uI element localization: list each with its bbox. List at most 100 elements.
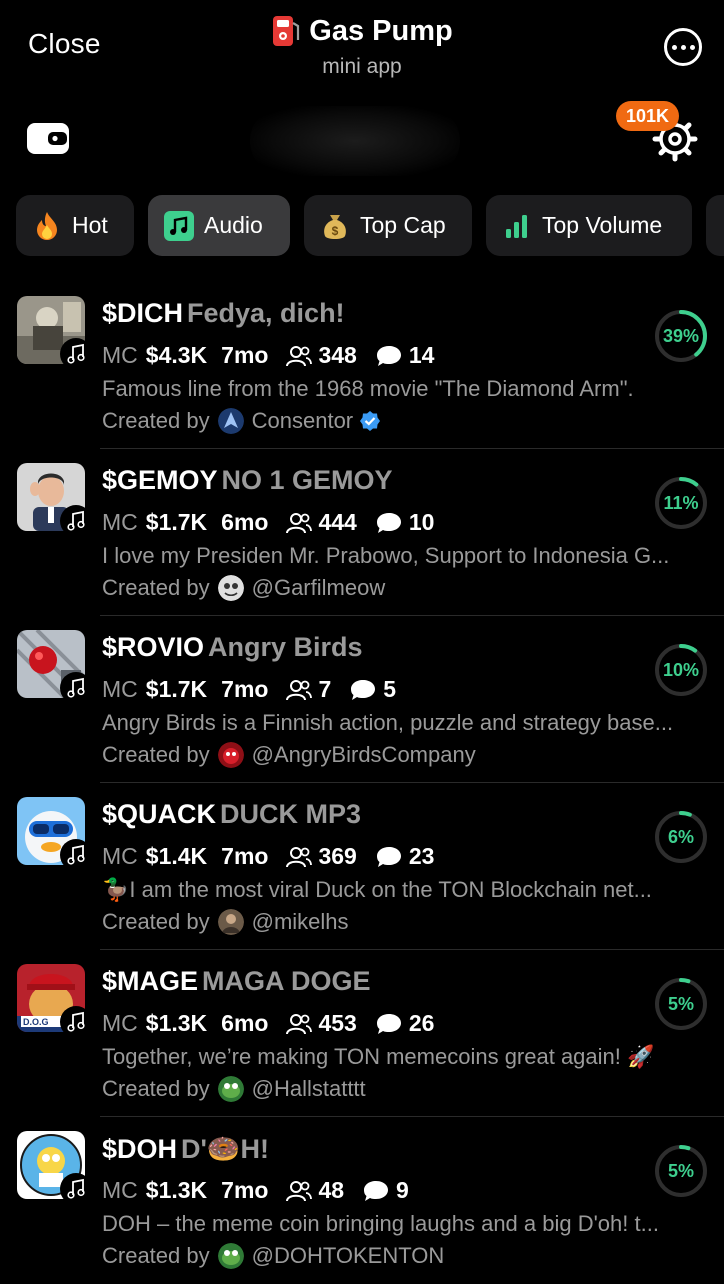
market-cap-value: $4.3K	[145, 342, 208, 368]
creator-row[interactable]: Created by @DOHTOKENTON	[102, 1243, 444, 1269]
token-description: DOH – the meme coin bringing laughs and …	[102, 1211, 659, 1236]
comments-count: 9	[396, 1177, 409, 1203]
created-by-label: Created by	[102, 575, 210, 600]
token-ticker: $DOH	[102, 1134, 178, 1164]
token-row[interactable]: D.O.G $MAGE MAGA DOGE MC $1.3K 6mo 453 26…	[0, 950, 724, 1117]
points-badge: 101K	[616, 101, 680, 131]
holders-count: 7	[318, 676, 332, 702]
music-note-icon	[60, 505, 92, 537]
token-age: 6mo	[221, 509, 269, 535]
token-description: 🦆I am the most viral Duck on the TON Blo…	[102, 877, 652, 902]
creator-name: @AngryBirdsCompany	[251, 742, 476, 767]
wallet-icon[interactable]	[26, 120, 70, 156]
comment-icon	[376, 345, 401, 366]
tab-more[interactable]	[706, 195, 724, 256]
market-cap-value: $1.4K	[145, 843, 208, 869]
creator-name: @DOHTOKENTON	[251, 1243, 445, 1268]
holders-icon	[286, 1180, 313, 1201]
music-note-icon	[60, 338, 92, 370]
title-block: Gas Pump mini app	[0, 14, 724, 79]
market-cap-value: $1.7K	[145, 509, 208, 535]
creator-row[interactable]: Created by @Hallstatttt	[102, 1076, 366, 1102]
token-row[interactable]: $GEMOY NO 1 GEMOY MC $1.7K 6mo 444 10 I l…	[0, 449, 724, 616]
created-by-label: Created by	[102, 1076, 210, 1101]
tab-label: Top Cap	[360, 212, 446, 238]
creator-name: @Garfilmeow	[251, 575, 386, 600]
market-cap-value: $1.7K	[145, 676, 208, 702]
creator-name: @Hallstatttt	[251, 1076, 366, 1101]
token-ticker: $ROVIO	[102, 632, 205, 662]
token-age: 6mo	[221, 1010, 269, 1036]
token-description: Together, we’re making TON memecoins gre…	[102, 1044, 655, 1069]
created-by-label: Created by	[102, 742, 210, 767]
fire-icon	[32, 211, 62, 241]
tab-top-cap[interactable]: $ Top Cap	[304, 195, 472, 256]
progress-ring: 11%	[655, 477, 707, 529]
creator-row[interactable]: Created by @Garfilmeow	[102, 575, 385, 601]
creator-avatar	[217, 1076, 244, 1102]
creator-avatar	[217, 575, 244, 601]
token-age: 7mo	[221, 342, 269, 368]
token-ticker: $MAGE	[102, 966, 199, 996]
creator-row[interactable]: Created by Consentor	[102, 408, 381, 434]
created-by-label: Created by	[102, 1243, 210, 1268]
token-name: MAGA DOGE	[202, 966, 371, 996]
progress-label: 5%	[668, 994, 694, 1014]
token-name: Angry Birds	[208, 632, 363, 662]
token-row[interactable]: $DOH D'🍩H! MC $1.3K 7mo 48 9 DOH – the me…	[0, 1117, 724, 1284]
more-options-icon[interactable]	[664, 28, 702, 66]
comment-icon	[376, 1013, 401, 1034]
progress-label: 11%	[663, 493, 698, 513]
comments-count: 10	[408, 509, 435, 535]
blurred-balance	[250, 106, 460, 176]
holders-count: 48	[318, 1177, 345, 1203]
holders-icon	[286, 679, 313, 700]
money-bag-icon: $	[320, 211, 350, 241]
creator-avatar	[217, 408, 244, 434]
header: Close Gas Pump mini app	[0, 0, 724, 95]
music-note-icon	[60, 672, 92, 704]
token-description: Famous line from the 1968 movie "The Dia…	[102, 376, 634, 401]
creator-name: Consentor	[251, 408, 354, 433]
comment-icon	[376, 512, 401, 533]
creator-row[interactable]: Created by @mikelhs	[102, 909, 349, 935]
svg-text:$: $	[332, 224, 339, 238]
comments-count: 5	[383, 676, 397, 702]
market-cap-value: $1.3K	[145, 1010, 208, 1036]
music-note-icon	[60, 1006, 92, 1038]
verified-badge-icon	[360, 411, 381, 431]
creator-avatar	[217, 742, 244, 768]
market-cap-label: MC	[102, 843, 138, 869]
token-ticker: $DICH	[102, 298, 184, 328]
progress-label: 10%	[663, 660, 699, 680]
token-description: Angry Birds is a Finnish action, puzzle …	[102, 710, 674, 735]
tab-top-volume[interactable]: Top Volume	[486, 195, 692, 256]
token-row[interactable]: $ROVIO Angry Birds MC $1.7K 7mo 7 5 Angry…	[0, 616, 724, 783]
token-row[interactable]: $QUACK DUCK MP3 MC $1.4K 7mo 369 23 🦆I am…	[0, 783, 724, 950]
holders-count: 369	[318, 843, 357, 869]
tab-label: Top Volume	[542, 212, 663, 238]
holders-icon	[286, 345, 313, 366]
tab-audio[interactable]: Audio	[148, 195, 290, 256]
created-by-label: Created by	[102, 408, 210, 433]
comment-icon	[351, 679, 376, 700]
market-cap-label: MC	[102, 509, 138, 535]
music-note-icon	[164, 210, 194, 241]
market-cap-label: MC	[102, 1010, 138, 1036]
holders-count: 453	[318, 1010, 357, 1036]
comments-count: 23	[408, 843, 435, 869]
token-row[interactable]: $DICH Fedya, dich! MC $4.3K 7mo 348 14 Fa…	[0, 282, 724, 449]
holders-icon	[286, 512, 313, 533]
holders-count: 444	[318, 509, 357, 535]
category-tabs: Hot Audio $ Top Cap Top Volume	[16, 195, 724, 256]
market-cap-label: MC	[102, 676, 138, 702]
created-by-label: Created by	[102, 909, 210, 934]
token-name: Fedya, dich!	[187, 298, 345, 328]
holders-icon	[286, 846, 313, 867]
token-age: 7mo	[221, 676, 269, 702]
creator-row[interactable]: Created by @AngryBirdsCompany	[102, 742, 476, 768]
comment-icon	[364, 1180, 389, 1201]
token-description: I love my Presiden Mr. Prabowo, Support …	[102, 543, 670, 568]
tab-hot[interactable]: Hot	[16, 195, 134, 256]
app-title: Gas Pump	[309, 14, 453, 47]
